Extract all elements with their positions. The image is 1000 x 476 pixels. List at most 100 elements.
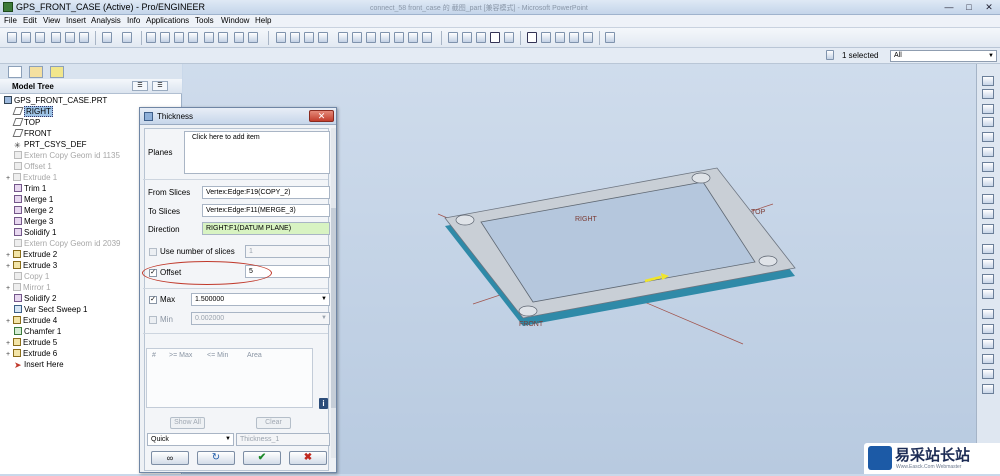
wireframe-icon[interactable] [448, 32, 458, 43]
preview-button[interactable]: ∞ [151, 451, 189, 465]
min-dropdown[interactable]: 0.002000 ▼ [191, 312, 330, 325]
tab-model-tree[interactable] [8, 66, 22, 78]
rib-tool-icon[interactable] [982, 339, 994, 349]
annotation-display-icon[interactable] [583, 32, 593, 43]
use-number-checkbox[interactable] [149, 248, 157, 256]
scrollbar-thumb[interactable] [331, 208, 336, 408]
expand-icon[interactable]: + [6, 316, 13, 327]
paste-tool-icon[interactable] [982, 209, 994, 219]
sketch-tool-icon[interactable] [982, 177, 994, 187]
from-slices-field[interactable]: Vertex:Edge:F19(COPY_2) [202, 186, 330, 199]
email-icon[interactable] [65, 32, 75, 43]
menu-file[interactable]: File [4, 16, 17, 25]
expand-icon[interactable]: + [6, 349, 13, 360]
smart-filter-icon[interactable] [826, 50, 834, 60]
max-checkbox[interactable]: ✓ [149, 296, 157, 304]
redo-icon[interactable] [122, 32, 132, 43]
hole-tool-icon[interactable] [982, 309, 994, 319]
draft-tool-icon[interactable] [982, 354, 994, 364]
expand-icon[interactable]: + [6, 261, 13, 272]
zoom-out-icon[interactable] [352, 32, 362, 43]
send-icon[interactable] [79, 32, 89, 43]
round-tool-icon[interactable] [982, 369, 994, 379]
tree-item[interactable]: Solidify 1 [14, 227, 56, 238]
saved-views-icon[interactable] [394, 32, 404, 43]
no-hidden-icon[interactable] [476, 32, 486, 43]
sweep-tool-icon[interactable] [982, 274, 994, 284]
datum-curve-tool-icon[interactable] [982, 117, 994, 127]
tree-item[interactable]: ➤ Insert Here [14, 359, 64, 370]
tab-folder-browser[interactable] [29, 66, 43, 78]
menu-insert[interactable]: Insert [66, 16, 86, 25]
menu-view[interactable]: View [43, 16, 60, 25]
expand-icon[interactable]: + [6, 283, 13, 294]
datum-label-front[interactable]: FRONT [519, 321, 544, 328]
undo-icon[interactable] [102, 32, 112, 43]
tree-item[interactable]: + Extrude 6 [6, 348, 57, 359]
tree-item[interactable]: Extern Copy Geom id 2039 [14, 238, 121, 249]
datum-label-top[interactable]: TOP [751, 209, 766, 216]
datum-axis-tool-icon[interactable] [982, 104, 994, 114]
tree-item[interactable]: Merge 2 [14, 205, 53, 216]
tree-item[interactable]: FRONT [12, 128, 52, 139]
tree-item[interactable]: Extern Copy Geom id 1135 [14, 150, 120, 161]
copy-tool-icon[interactable] [982, 194, 994, 204]
open-file-icon[interactable] [21, 32, 31, 43]
csys-tool-icon[interactable] [982, 147, 994, 157]
hidden-line-icon[interactable] [462, 32, 472, 43]
tree-item[interactable]: Var Sect Sweep 1 [14, 304, 87, 315]
tree-item[interactable]: GPS_FRONT_CASE.PRT [4, 95, 107, 106]
datum-planes-icon[interactable] [527, 32, 537, 43]
copy-icon[interactable] [160, 32, 170, 43]
datum-label-right[interactable]: RIGHT [575, 216, 598, 223]
dialog-scrollbar[interactable] [331, 128, 336, 458]
tree-item[interactable]: ✳ PRT_CSYS_DEF [14, 139, 87, 150]
mode-dropdown[interactable]: Quick ▼ [147, 433, 234, 446]
print-icon[interactable] [51, 32, 61, 43]
tree-item[interactable]: Trim 1 [14, 183, 46, 194]
extrude-tool-icon[interactable] [982, 244, 994, 254]
sketch-plane-tool-icon[interactable] [982, 89, 994, 99]
tree-item[interactable]: + Extrude 4 [6, 315, 57, 326]
paste-icon[interactable] [174, 32, 184, 43]
blend-tool-icon[interactable] [982, 289, 994, 299]
new-file-icon[interactable] [7, 32, 17, 43]
tree-item[interactable]: TOP [12, 117, 40, 128]
analysis-name-field[interactable]: Thickness_1 [236, 433, 330, 446]
repeat-button[interactable]: ↻ [197, 451, 235, 465]
refit-icon[interactable] [366, 32, 376, 43]
analysis-tool-icon[interactable] [982, 162, 994, 172]
menu-info[interactable]: Info [127, 16, 140, 25]
zoom-in-icon[interactable] [338, 32, 348, 43]
cut-icon[interactable] [146, 32, 156, 43]
datum-axes-icon[interactable] [541, 32, 551, 43]
select-box-icon[interactable] [248, 32, 258, 43]
find-icon[interactable] [234, 32, 244, 43]
tree-item[interactable]: Copy 1 [14, 271, 49, 282]
maximize-button[interactable]: □ [960, 1, 978, 13]
minimize-button[interactable]: — [940, 1, 958, 13]
layers-icon[interactable] [408, 32, 418, 43]
number-of-slices-field[interactable]: 1 [245, 245, 330, 258]
tree-item[interactable]: + Extrude 1 [6, 172, 57, 183]
enhanced-realism-icon[interactable] [504, 32, 514, 43]
chamfer-tool-icon[interactable] [982, 384, 994, 394]
tree-item[interactable]: + Extrude 5 [6, 337, 57, 348]
csys-display-icon[interactable] [569, 32, 579, 43]
menu-analysis[interactable]: Analysis [91, 16, 121, 25]
max-dropdown[interactable]: 1.500000 ▼ [191, 293, 330, 306]
close-window-button[interactable]: ✕ [980, 1, 998, 13]
shading-icon[interactable] [490, 32, 500, 43]
tree-item[interactable]: Merge 3 [14, 216, 53, 227]
context-help-icon[interactable] [605, 32, 615, 43]
planes-collector[interactable]: Click here to add item [184, 131, 330, 174]
menu-edit[interactable]: Edit [23, 16, 37, 25]
menu-help[interactable]: Help [255, 16, 271, 25]
tree-item[interactable]: Merge 1 [14, 194, 53, 205]
spin-center-icon[interactable] [290, 32, 300, 43]
tree-settings-icon[interactable]: ☰ [132, 81, 148, 91]
reorient-icon[interactable] [380, 32, 390, 43]
menu-applications[interactable]: Applications [146, 16, 189, 25]
cancel-button[interactable]: ✖ [289, 451, 327, 465]
datum-point-tool-icon[interactable] [982, 132, 994, 142]
